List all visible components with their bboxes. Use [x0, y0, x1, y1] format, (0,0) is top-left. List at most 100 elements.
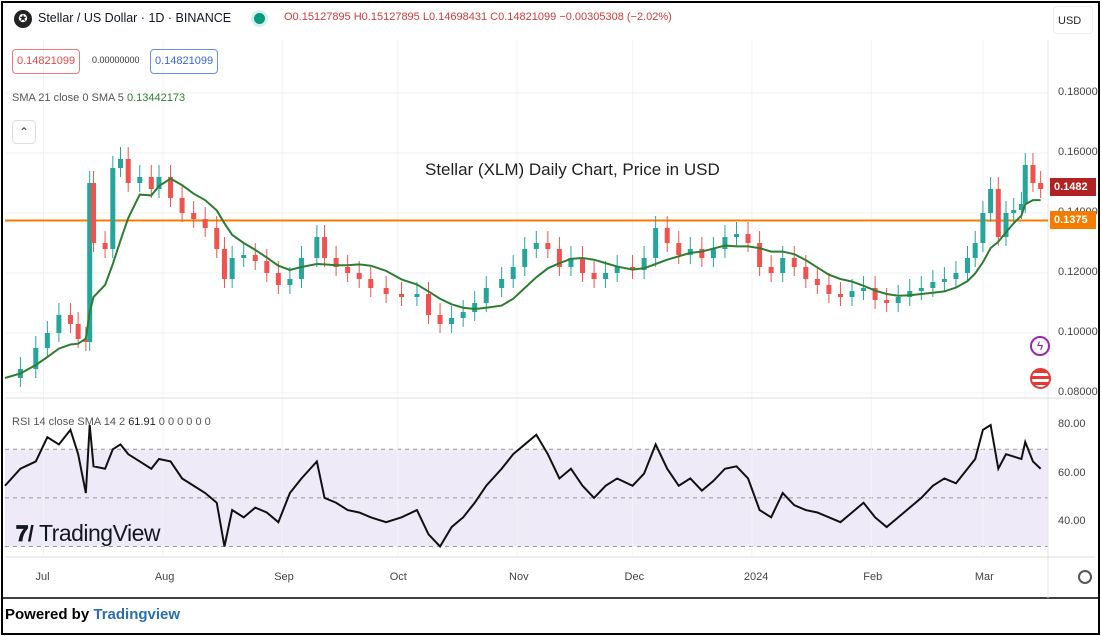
candle-body [861, 288, 867, 291]
candle-body [221, 249, 227, 279]
time-axis-label: Nov [509, 571, 529, 583]
candle-body [56, 315, 62, 333]
high-value: H0.15127895 [353, 11, 420, 23]
candle-body [837, 294, 843, 297]
candle-body [472, 303, 478, 312]
candle-body [603, 273, 609, 279]
watermark-text: TradingView [38, 520, 161, 546]
candle-body [110, 168, 116, 249]
candle-body [314, 237, 320, 258]
candle-body [522, 249, 528, 267]
candle-body [460, 312, 466, 318]
candle-body [345, 267, 351, 273]
candle-body [653, 228, 659, 258]
candle-body [179, 198, 185, 213]
candle-body [44, 333, 50, 348]
candle-body [241, 255, 247, 258]
sma-label: SMA 21 close 0 SMA 5 [12, 92, 124, 104]
currency-button[interactable]: USD [1053, 6, 1093, 34]
candle-body [75, 324, 81, 339]
price-axis-label: 0.18000 [1058, 86, 1098, 98]
sma-line [4, 177, 1041, 379]
candle-body [118, 159, 123, 168]
symbol-title[interactable]: Stellar / US Dollar · 1D · BINANCE [38, 11, 231, 25]
price-axis-label: 0.08000 [1058, 386, 1098, 398]
candle-body [722, 237, 728, 249]
candle-body [884, 300, 890, 303]
candle-body [710, 249, 716, 258]
candle-body [399, 294, 405, 297]
candle-body [591, 273, 597, 279]
candle-body [91, 183, 97, 243]
candle-body [202, 219, 208, 228]
ohlc-values: O0.15127895 H0.15127895 L0.14698431 C0.1… [284, 11, 672, 23]
candle-body [941, 279, 947, 282]
buy-button[interactable]: 0.14821099 [150, 49, 219, 74]
candle-body [449, 318, 455, 324]
rsi-axis-label: 40.00 [1058, 515, 1086, 528]
candle-body [264, 261, 270, 273]
candle-body [356, 273, 362, 279]
us-flag-event-icon[interactable] [1030, 368, 1051, 389]
footer-brand-link[interactable]: Tradingview [93, 606, 180, 623]
candle-body [287, 279, 293, 285]
candle-body [780, 258, 786, 273]
candle-body [918, 288, 924, 291]
tradingview-logo-icon: 𝟕/ [16, 521, 39, 546]
sma-indicator-legend[interactable]: SMA 21 close 0 SMA 5 0.13442173 [12, 92, 185, 104]
rsi-indicator-legend[interactable]: RSI 14 close SMA 14 2 61.91 0 0 0 0 0 0 [12, 416, 211, 428]
rsi-axis-label: 60.00 [1058, 466, 1086, 479]
lightning-event-icon[interactable]: ϟ [1030, 336, 1050, 356]
footer-prefix: Powered by [5, 606, 90, 623]
candle-body [383, 288, 389, 294]
candle-body [1030, 165, 1036, 183]
settings-gear-icon[interactable] [1078, 570, 1092, 584]
sell-button[interactable]: 0.14821099 [12, 49, 81, 74]
last-price-tag: 0.1482 [1050, 178, 1096, 196]
candle-body [580, 258, 585, 273]
sma-value: 0.13442173 [126, 92, 186, 104]
tradingview-watermark: 𝟕/ TradingView [16, 520, 161, 547]
candle-body [745, 234, 751, 243]
candle-body [545, 243, 551, 249]
candle-body [849, 291, 855, 297]
candle-body [414, 294, 420, 297]
candle-body [510, 267, 516, 279]
rsi-axis-label: 80.00 [1058, 418, 1086, 430]
time-axis-label: Dec [624, 571, 645, 583]
price-axis-label: 0.10000 [1058, 326, 1098, 338]
candle-body [972, 243, 978, 258]
candle-body [791, 258, 797, 267]
candle-body [757, 243, 763, 267]
candle-body [664, 228, 670, 243]
candle-body [191, 213, 197, 219]
chart-annotation: Stellar (XLM) Daily Chart, Price in USD [425, 160, 720, 179]
time-axis-label: 2024 [743, 571, 769, 583]
candle-body [930, 282, 936, 288]
candle-body [768, 267, 774, 273]
candle-body [437, 315, 443, 324]
candle-body [895, 297, 901, 303]
candle-body [676, 243, 682, 255]
rsi-value: 61.91 [128, 416, 156, 428]
time-axis-label: Feb [863, 571, 883, 583]
rsi-extras: 0 0 0 0 0 0 [158, 416, 211, 428]
stellar-logo-icon: ✪ [14, 10, 32, 28]
candle-body [953, 273, 959, 279]
candle-body [814, 279, 820, 285]
candle-body [499, 279, 505, 288]
candle-body [826, 285, 832, 294]
time-axis-label: Jul [35, 571, 50, 583]
collapse-legend-chevron-up-icon[interactable]: ⌃ [12, 120, 36, 144]
time-axis-label: Oct [389, 571, 407, 583]
footer-credit: Powered by Tradingview [5, 606, 180, 623]
candle-body [980, 213, 986, 243]
low-value: L0.14698431 [422, 11, 488, 23]
candle-body [1038, 183, 1044, 189]
candle-body [426, 294, 431, 315]
candle-body [229, 258, 235, 279]
price-axis-label: 0.16000 [1058, 146, 1098, 158]
change-value: −0.00305308 (−2.02%) [559, 11, 672, 23]
spread-value: 0.00000000 [92, 55, 140, 65]
candle-body [148, 177, 154, 189]
